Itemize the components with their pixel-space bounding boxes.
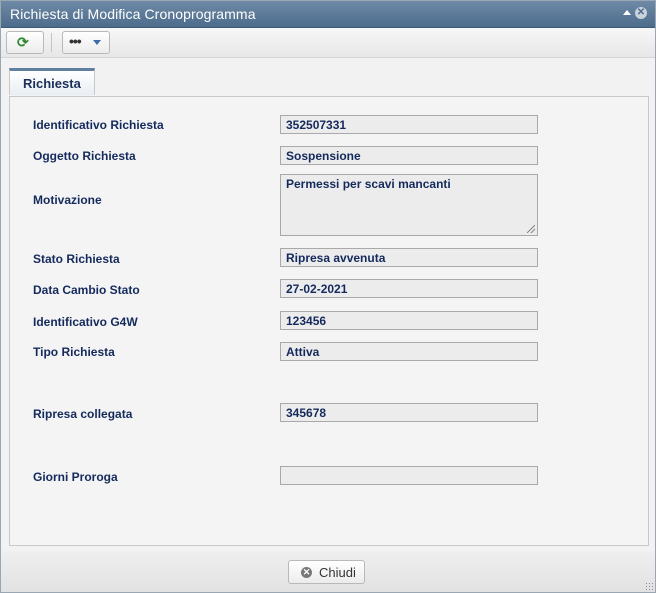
data-cambio-stato-field[interactable]: 27-02-2021 [280, 279, 538, 298]
stato-richiesta-label: Stato Richiesta [33, 252, 120, 266]
giorni-proroga-field[interactable] [280, 466, 538, 485]
window-title: Richiesta di Modifica Cronoprogramma [10, 6, 256, 22]
motivazione-label: Motivazione [33, 193, 102, 207]
identificativo-g4w-field[interactable]: 123456 [280, 311, 538, 330]
close-button[interactable]: ✕ Chiudi [288, 560, 365, 584]
tipo-richiesta-label: Tipo Richiesta [33, 345, 115, 359]
toolbar-separator [51, 33, 52, 52]
oggetto-richiesta-label: Oggetto Richiesta [33, 149, 136, 163]
identificativo-richiesta-label: Identificativo Richiesta [33, 118, 164, 132]
tab-label: Richiesta [23, 76, 81, 91]
identificativo-g4w-label: Identificativo G4W [33, 315, 138, 329]
footer-bar: ✕ Chiudi [1, 551, 655, 592]
oggetto-richiesta-field[interactable]: Sospensione [280, 146, 538, 165]
refresh-button[interactable]: ⟳ [6, 31, 44, 54]
titlebar[interactable]: Richiesta di Modifica Cronoprogramma ✕ [1, 1, 655, 28]
resize-grip-icon[interactable] [527, 225, 535, 233]
tab-richiesta[interactable]: Richiesta [9, 68, 95, 95]
close-icon[interactable]: ✕ [635, 7, 647, 19]
close-button-label: Chiudi [319, 565, 356, 580]
giorni-proroga-label: Giorni Proroga [33, 470, 118, 484]
window-resize-grip-icon[interactable] [645, 582, 653, 590]
stato-richiesta-field[interactable]: Ripresa avvenuta [280, 248, 538, 267]
motivazione-text: Permessi per scavi mancanti [286, 177, 451, 191]
toolbar: ⟳ ••• [1, 28, 655, 58]
more-actions-button[interactable]: ••• [62, 31, 110, 54]
motivazione-textarea[interactable]: Permessi per scavi mancanti [280, 174, 538, 236]
tipo-richiesta-field[interactable]: Attiva [280, 342, 538, 361]
refresh-icon: ⟳ [17, 34, 29, 50]
identificativo-richiesta-field[interactable]: 352507331 [280, 115, 538, 134]
form-panel: Identificativo Richiesta 352507331 Ogget… [9, 97, 649, 546]
ripresa-collegata-field[interactable]: 345678 [280, 403, 538, 422]
tab-strip: Richiesta [9, 68, 649, 97]
close-circle-icon: ✕ [301, 567, 312, 578]
ripresa-collegata-label: Ripresa collegata [33, 407, 133, 421]
chevron-up-icon[interactable] [623, 10, 631, 15]
dropdown-caret-icon [93, 40, 101, 45]
data-cambio-stato-label: Data Cambio Stato [33, 283, 140, 297]
more-dots-icon: ••• [69, 33, 82, 49]
dialog-window: Richiesta di Modifica Cronoprogramma ✕ ⟳… [0, 0, 656, 593]
